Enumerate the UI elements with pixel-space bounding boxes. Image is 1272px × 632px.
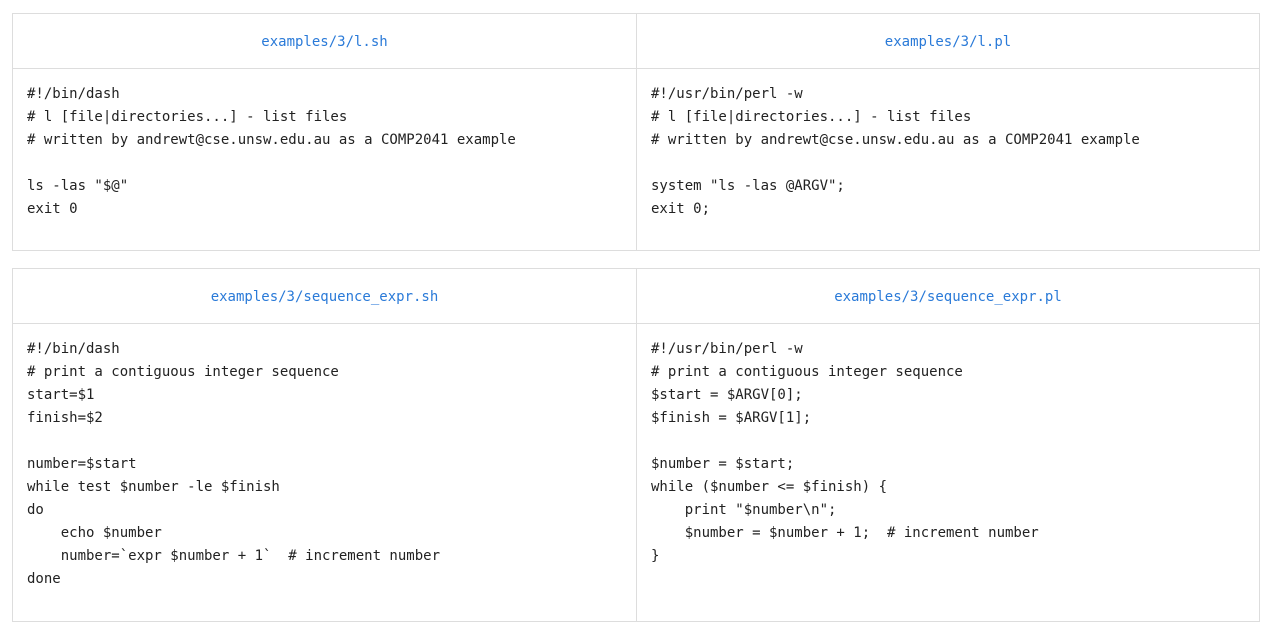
- perl-column: examples/3/sequence_expr.pl #!/usr/bin/p…: [636, 269, 1259, 621]
- code-block: #!/usr/bin/perl -w # print a contiguous …: [651, 341, 1039, 564]
- shell-column: examples/3/l.sh #!/bin/dash # l [file|di…: [13, 14, 636, 250]
- code-block: #!/bin/dash # l [file|directories...] - …: [27, 86, 516, 217]
- file-header: examples/3/l.pl: [637, 14, 1259, 69]
- comparison-table-l: examples/3/l.sh #!/bin/dash # l [file|di…: [12, 13, 1260, 251]
- file-header: examples/3/l.sh: [13, 14, 636, 69]
- filename-link[interactable]: examples/3/l.pl: [885, 32, 1011, 50]
- shell-column: examples/3/sequence_expr.sh #!/bin/dash …: [13, 269, 636, 621]
- code-block: #!/bin/dash # print a contiguous integer…: [27, 341, 441, 587]
- comparison-table-sequence-expr: examples/3/sequence_expr.sh #!/bin/dash …: [12, 268, 1260, 622]
- file-header: examples/3/sequence_expr.sh: [13, 269, 636, 324]
- file-header: examples/3/sequence_expr.pl: [637, 269, 1259, 324]
- filename-link[interactable]: examples/3/sequence_expr.pl: [834, 287, 1062, 305]
- filename-link[interactable]: examples/3/sequence_expr.sh: [211, 287, 439, 305]
- perl-column: examples/3/l.pl #!/usr/bin/perl -w # l […: [636, 14, 1259, 250]
- filename-link[interactable]: examples/3/l.sh: [261, 32, 387, 50]
- code-block: #!/usr/bin/perl -w # l [file|directories…: [651, 86, 1140, 217]
